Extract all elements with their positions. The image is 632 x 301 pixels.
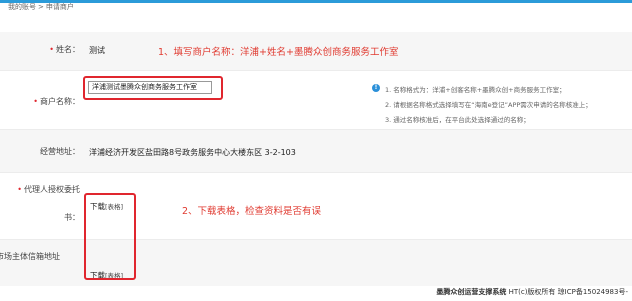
footer-copyright: HT(c)版权所有 琼ICP备15024983号- (506, 288, 628, 296)
footer: 墨腾众创运营支撑系统 HT(c)版权所有 琼ICP备15024983号- (436, 287, 628, 297)
agent-label: • 代理人授权委托 (17, 185, 80, 194)
name-value: 测试 (89, 46, 105, 55)
address-label: 经营地址： (40, 147, 80, 156)
required-marker: • (33, 97, 38, 106)
breadcrumb-my-account[interactable]: 我的账号 (8, 3, 36, 11)
hint-item: 1. 名称格式为：洋浦+创客名称+墨腾众创+商务服务工作室； (385, 86, 566, 94)
breadcrumb-separator: > (38, 3, 44, 11)
address-value: 洋浦经济开发区盐田路8号政务服务中心大楼东区 3-2-103 (89, 148, 296, 157)
hint-item: 3. 通过名称核准后，在平台此处选择通过的名称； (385, 116, 530, 124)
highlight-box-downloads (84, 193, 136, 280)
required-marker: • (17, 185, 22, 194)
annotation-step-1: 1、填写商户名称：洋浦+姓名+墨腾众创商务服务工作室 (158, 47, 399, 58)
merchant-name-input[interactable]: 洋浦测试墨腾众创商务服务工作室 (88, 81, 212, 94)
merchant-label: • 商户名称： (33, 97, 80, 106)
top-accent-bar (0, 0, 632, 3)
agent-label-line2: 书： (64, 213, 80, 222)
mailbox-label: 市场主体信箱地址 (0, 252, 60, 261)
name-label: • 姓名： (49, 45, 80, 54)
footer-brand: 墨腾众创运营支撑系统 (436, 288, 507, 296)
breadcrumb: 我的账号 > 申请商户 (8, 3, 74, 12)
merchant-hints: 1. 名称格式为：洋浦+创客名称+墨腾众创+商务服务工作室； 2. 请根据名称格… (373, 83, 592, 128)
hint-item: 2. 请根据名称格式选择填写在“海南e登记”APP需次申请的名称核准上； (385, 101, 592, 109)
required-marker: • (49, 45, 54, 54)
annotation-step-2: 2、下载表格，检查资料是否有误 (182, 206, 322, 217)
breadcrumb-current: 申请商户 (45, 3, 74, 11)
